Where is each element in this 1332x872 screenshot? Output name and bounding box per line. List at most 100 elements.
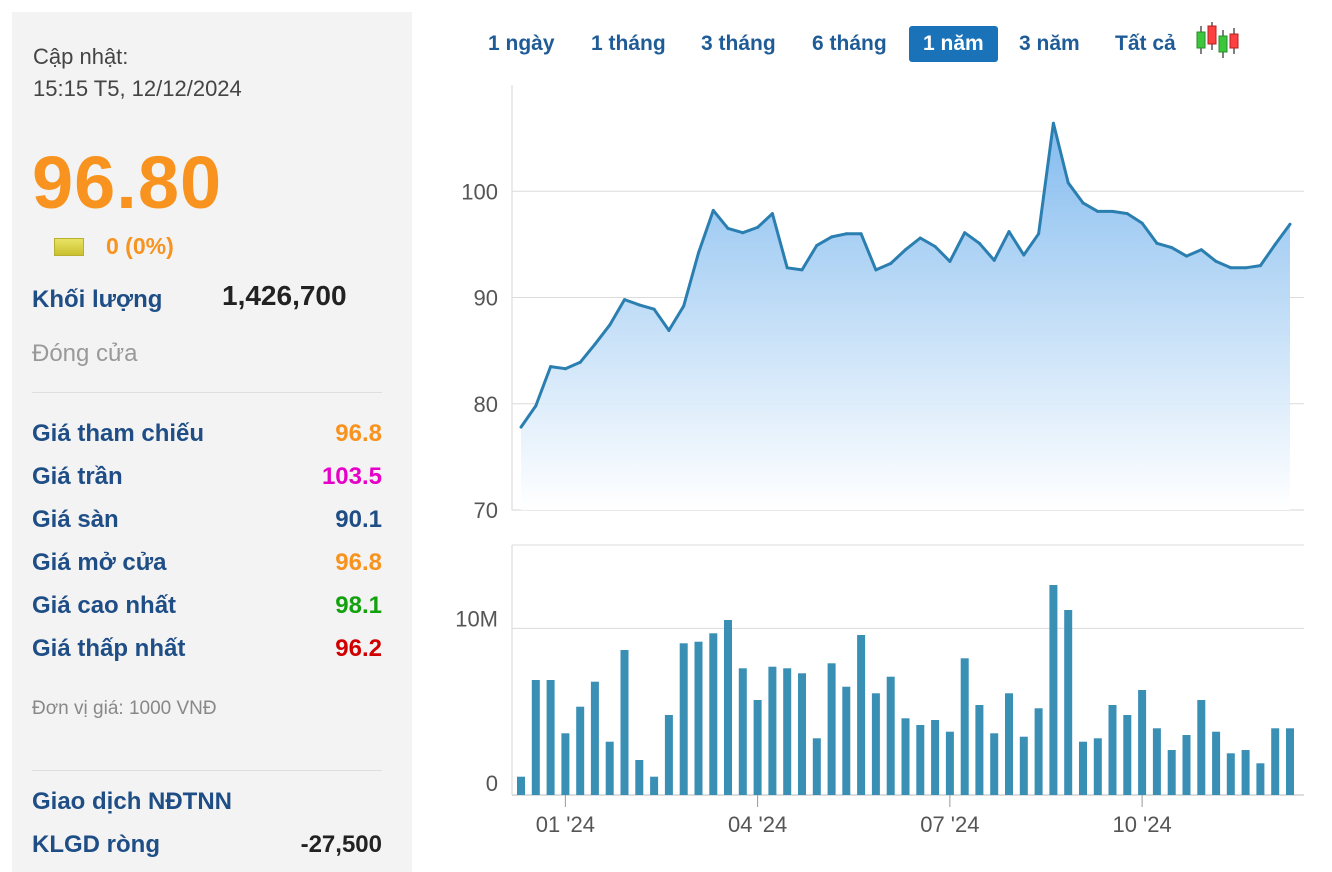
volume-bar xyxy=(724,620,732,795)
volume-bar xyxy=(990,733,999,795)
volume-bar xyxy=(812,738,821,795)
volume-bar xyxy=(783,668,792,795)
volume-bar xyxy=(576,706,585,795)
volume-bar xyxy=(827,663,836,795)
volume-bar xyxy=(650,776,659,795)
volume-bar xyxy=(916,725,925,795)
price-point xyxy=(593,342,597,346)
volume-bar xyxy=(590,681,599,795)
price-point xyxy=(623,298,627,302)
volume-bar xyxy=(1226,753,1235,795)
volume-bar xyxy=(1005,693,1013,795)
volume-y-axis: 0 10M xyxy=(455,606,498,796)
price-point xyxy=(889,262,893,265)
volume-bar xyxy=(901,718,910,795)
price-point xyxy=(874,268,878,272)
volume-bar xyxy=(694,641,703,795)
volume-bar xyxy=(531,680,540,795)
volume-bar xyxy=(738,668,747,795)
volume-bar xyxy=(960,658,969,795)
volume-bar xyxy=(1256,763,1265,795)
price-point xyxy=(1007,230,1011,234)
volume-bar xyxy=(945,731,954,795)
price-point xyxy=(667,328,671,332)
price-point xyxy=(696,251,700,255)
volume-bar xyxy=(635,760,644,795)
price-point xyxy=(1022,253,1026,257)
price-point xyxy=(1214,259,1218,263)
volume-bar xyxy=(679,643,688,795)
volume-bar xyxy=(1152,728,1161,795)
volume-bar xyxy=(1241,750,1250,795)
volume-bar xyxy=(1093,738,1102,795)
price-point xyxy=(1051,121,1055,125)
price-point xyxy=(918,236,922,240)
price-point xyxy=(1170,246,1174,250)
volume-bar xyxy=(857,635,866,795)
volume-bar xyxy=(664,715,673,795)
volume-bar xyxy=(975,705,984,795)
price-point xyxy=(1037,232,1041,236)
price-point xyxy=(608,323,612,327)
volume-bar xyxy=(1034,708,1043,795)
price-y-axis: 70 80 90 100 xyxy=(461,179,498,523)
volume-bar xyxy=(1123,715,1132,795)
price-point xyxy=(637,303,641,307)
volume-bar xyxy=(1138,690,1147,795)
price-tick-label: 70 xyxy=(474,498,498,523)
price-point xyxy=(859,232,863,236)
volume-bar xyxy=(753,700,762,795)
price-point xyxy=(933,245,937,248)
price-point xyxy=(785,266,789,270)
volume-bar xyxy=(605,741,614,795)
volume-bars xyxy=(517,585,1294,795)
volume-bar xyxy=(842,686,851,795)
volume-bar xyxy=(871,693,880,795)
volume-bar xyxy=(546,680,555,795)
volume-bar xyxy=(1197,700,1206,795)
price-point xyxy=(904,248,907,252)
price-point xyxy=(1140,221,1144,225)
price-point xyxy=(682,304,686,308)
price-tick-label: 90 xyxy=(474,286,498,311)
price-point xyxy=(1288,222,1292,226)
price-volume-chart: 70 80 90 100 0 10M 01 '24 04 '24 07 '24 10 '24 xyxy=(455,85,1304,837)
price-point xyxy=(1199,248,1203,252)
volume-bar xyxy=(768,666,777,795)
volume-bar xyxy=(1212,731,1221,795)
price-point xyxy=(534,404,538,408)
x-tick-label: 10 '24 xyxy=(1112,812,1171,837)
price-point xyxy=(756,225,760,229)
volume-bar xyxy=(931,720,940,795)
price-point xyxy=(563,367,567,371)
price-point xyxy=(830,235,834,239)
volume-bar xyxy=(1019,736,1028,795)
volume-tick-label: 10M xyxy=(455,606,498,631)
volume-bar xyxy=(620,650,629,795)
price-point xyxy=(519,425,523,429)
price-point xyxy=(578,360,582,364)
price-point xyxy=(948,259,952,263)
volume-bar xyxy=(1049,585,1058,795)
volume-bar xyxy=(561,733,570,795)
price-point xyxy=(815,243,819,247)
price-point xyxy=(741,231,745,235)
volume-bar xyxy=(517,776,525,795)
price-point xyxy=(1229,266,1233,270)
price-point xyxy=(992,258,996,262)
price-tick-label: 80 xyxy=(474,392,498,417)
price-point xyxy=(770,212,774,216)
price-point xyxy=(1273,242,1277,246)
volume-bar xyxy=(1167,750,1176,795)
price-point xyxy=(726,226,730,230)
price-point xyxy=(800,268,804,272)
x-tick-label: 07 '24 xyxy=(920,812,979,837)
price-point xyxy=(977,241,981,245)
x-axis: 01 '24 04 '24 07 '24 10 '24 xyxy=(536,795,1172,837)
price-point xyxy=(711,208,715,212)
price-point xyxy=(844,232,848,236)
volume-bar xyxy=(1182,735,1191,795)
volume-bar xyxy=(1064,610,1073,795)
volume-bar xyxy=(1286,728,1294,795)
volume-bar xyxy=(798,673,806,795)
